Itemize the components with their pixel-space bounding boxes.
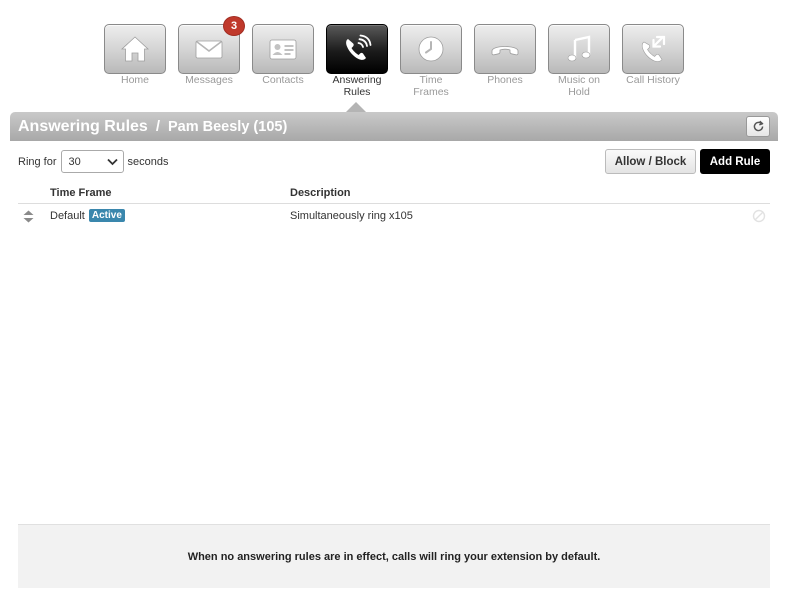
nav-item-contacts[interactable]: Contacts (252, 24, 314, 100)
nav-tile-messages[interactable]: 3 (178, 16, 245, 74)
nav-label-home: Home (120, 74, 149, 86)
handset-icon (491, 46, 519, 56)
page-title: Answering Rules (18, 117, 148, 135)
main-nav: Home 3 Messages Contacts Answering Rules… (104, 16, 684, 100)
envelope-icon (195, 40, 223, 59)
table-row[interactable]: Default Active Simultaneously ring x105 (18, 204, 770, 228)
active-tab-caret (346, 102, 366, 112)
reorder-handle-icon[interactable] (23, 210, 34, 223)
refresh-button[interactable] (746, 116, 770, 137)
nav-item-messages[interactable]: 3 Messages (178, 16, 245, 100)
nav-item-time-frames[interactable]: Time Frames (400, 24, 462, 100)
rule-time-frame: Default (50, 209, 85, 222)
seconds-label: seconds (127, 155, 169, 168)
page-header: Answering Rules / Pam Beesly (105) (10, 112, 778, 141)
call-history-icon (641, 35, 666, 62)
clock-icon (418, 36, 444, 62)
rule-time-frame-cell: Default Active (50, 209, 125, 222)
nav-label-contacts: Contacts (262, 74, 304, 86)
nav-label-time-frames: Time Frames (413, 74, 449, 98)
rule-description: Simultaneously ring x105 (290, 210, 413, 222)
ring-duration-select[interactable]: 30 (60, 150, 124, 173)
default-behavior-note: When no answering rules are in effect, c… (18, 524, 770, 588)
nav-tile-call-history[interactable] (622, 24, 684, 74)
nav-label-music-on-hold: Music on Hold (557, 74, 600, 98)
music-note-icon (567, 35, 591, 62)
nav-item-answering-rules[interactable]: Answering Rules (326, 24, 388, 100)
ring-for-label: Ring for (18, 155, 57, 168)
contact-card-icon (269, 39, 297, 60)
nav-tile-music-on-hold[interactable] (548, 24, 610, 74)
nav-tile-home[interactable] (104, 24, 166, 74)
nav-label-call-history: Call History (626, 74, 680, 86)
nav-item-home[interactable]: Home (104, 24, 166, 100)
add-rule-button[interactable]: Add Rule (700, 149, 770, 174)
phone-ringing-icon (346, 34, 372, 60)
nav-item-music-on-hold[interactable]: Music on Hold (548, 24, 610, 100)
nav-tile-answering-rules[interactable] (326, 24, 388, 74)
nav-item-call-history[interactable]: Call History (622, 24, 684, 100)
nav-label-messages: Messages (185, 74, 233, 86)
chevron-down-icon (106, 158, 118, 165)
disable-rule-icon[interactable] (752, 209, 766, 223)
ring-for-control: Ring for 30 seconds (18, 150, 169, 173)
messages-count-badge: 3 (223, 16, 245, 36)
table-header: Time Frame Description (18, 184, 770, 204)
page-subtitle: Pam Beesly (105) (167, 118, 288, 135)
ring-duration-value: 30 (68, 155, 81, 168)
allow-block-button[interactable]: Allow / Block (605, 149, 696, 174)
home-icon (120, 36, 150, 62)
answering-rules-table: Time Frame Description Default Active Si… (18, 184, 770, 228)
nav-item-phones[interactable]: Phones (474, 24, 536, 100)
nav-tile-phones[interactable] (474, 24, 536, 74)
nav-label-phones: Phones (487, 74, 523, 86)
nav-tile-time-frames[interactable] (400, 24, 462, 74)
status-badge: Active (88, 209, 125, 222)
nav-label-answering-rules: Answering Rules (332, 74, 382, 98)
column-header-description: Description (290, 187, 351, 199)
footer-note-text: When no answering rules are in effect, c… (187, 550, 601, 563)
nav-tile-contacts[interactable] (252, 24, 314, 74)
refresh-icon (753, 120, 763, 132)
column-header-time-frame: Time Frame (50, 187, 112, 199)
breadcrumb-separator: / (155, 118, 160, 135)
